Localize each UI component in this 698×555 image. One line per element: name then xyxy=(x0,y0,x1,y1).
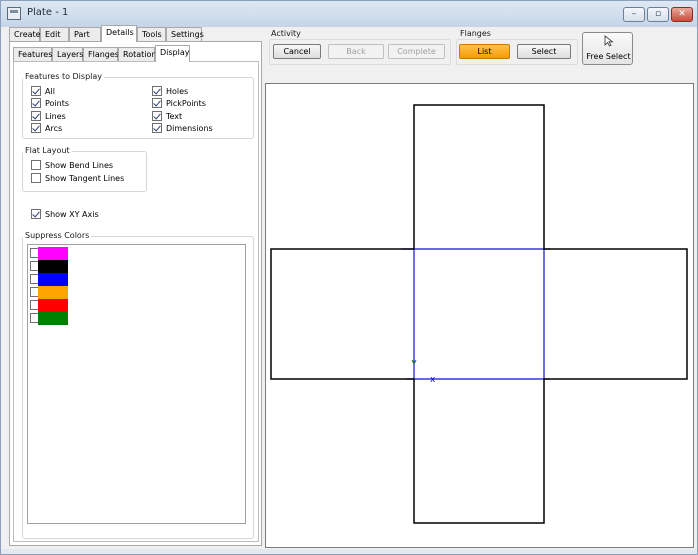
checkbox-label: Show XY Axis xyxy=(45,209,99,219)
checkbox-text[interactable]: Text xyxy=(152,110,182,122)
tab-settings[interactable]: Settings xyxy=(166,27,204,42)
checkbox-dimensions[interactable]: Dimensions xyxy=(152,122,213,134)
tab-details[interactable]: Details xyxy=(101,25,137,42)
back-button[interactable]: Back xyxy=(328,44,384,59)
tab-tools[interactable]: Tools xyxy=(137,27,166,42)
cancel-button[interactable]: Cancel xyxy=(273,44,321,59)
checkbox-label: Dimensions xyxy=(166,123,213,133)
checkbox-box[interactable] xyxy=(152,111,162,121)
free-select-label: Free Select xyxy=(586,52,631,61)
tab-edit[interactable]: Edit xyxy=(40,27,69,42)
window-title: Plate - 1 xyxy=(27,7,69,18)
color-swatch xyxy=(38,273,68,286)
checkbox-box[interactable] xyxy=(31,173,41,183)
checkbox-holes[interactable]: Holes xyxy=(152,85,188,97)
complete-button[interactable]: Complete xyxy=(388,44,445,59)
checkbox-show-xy-axis[interactable]: Show XY Axis xyxy=(31,208,99,220)
suppress-colors-label: Suppress Colors xyxy=(23,231,92,240)
tab-part[interactable]: Part xyxy=(69,27,101,42)
checkbox-label: Holes xyxy=(166,86,189,96)
checkbox-box[interactable] xyxy=(31,209,41,219)
status-strip xyxy=(1,549,697,554)
flanges-label: Flanges xyxy=(460,29,491,38)
color-swatch xyxy=(38,286,68,299)
checkbox-points[interactable]: Points xyxy=(31,97,69,109)
checkbox-label: All xyxy=(45,86,55,96)
tab-layers[interactable]: Layers xyxy=(52,47,83,62)
checkbox-label: Show Tangent Lines xyxy=(45,173,125,183)
axis-origin-marker: x xyxy=(430,375,436,385)
checkbox-all[interactable]: All xyxy=(31,85,55,97)
features-to-display-label: Features to Display xyxy=(23,72,105,81)
tab-features[interactable]: Features xyxy=(13,47,52,62)
minimize-button[interactable]: – xyxy=(623,7,645,22)
list-button[interactable]: List xyxy=(459,44,510,59)
drawing-canvas[interactable]: x xyxy=(265,83,694,548)
maximize-button[interactable]: ▫ xyxy=(647,7,669,22)
checkbox-box[interactable] xyxy=(152,98,162,108)
checkbox-label: PickPoints xyxy=(166,98,206,108)
checkbox-lines[interactable]: Lines xyxy=(31,110,66,122)
app-icon xyxy=(7,7,21,20)
checkbox-label: Text xyxy=(166,111,183,121)
suppress-colors-list[interactable] xyxy=(27,244,246,524)
flat-layout-label: Flat Layout xyxy=(23,146,72,155)
tab-flanges[interactable]: Flanges xyxy=(83,47,119,62)
application-window: Plate - 1 – ▫ ✕ Create Edit Part Details… xyxy=(0,0,698,555)
checkbox-show-tangent-lines[interactable]: Show Tangent Lines xyxy=(31,172,124,184)
title-bar: Plate - 1 – ▫ ✕ xyxy=(1,1,697,27)
checkbox-box[interactable] xyxy=(31,86,41,96)
checkbox-label: Show Bend Lines xyxy=(45,160,114,170)
select-button[interactable]: Select xyxy=(517,44,571,59)
cursor-arrow-icon xyxy=(604,35,614,47)
checkbox-box[interactable] xyxy=(31,160,41,170)
flat-pattern-drawing[interactable]: x xyxy=(266,84,695,549)
tab-create[interactable]: Create xyxy=(9,27,41,42)
checkbox-box[interactable] xyxy=(31,98,41,108)
checkbox-pickpoints[interactable]: PickPoints xyxy=(152,97,206,109)
tab-rotation[interactable]: Rotation xyxy=(118,47,156,62)
close-button[interactable]: ✕ xyxy=(671,7,693,22)
checkbox-box[interactable] xyxy=(152,123,162,133)
activity-label: Activity xyxy=(271,29,301,38)
tab-display[interactable]: Display xyxy=(155,45,190,62)
checkbox-label: Arcs xyxy=(45,123,63,133)
checkbox-label: Lines xyxy=(45,111,66,121)
checkbox-show-bend-lines[interactable]: Show Bend Lines xyxy=(31,159,113,171)
free-select-button[interactable]: Free Select xyxy=(582,32,633,65)
color-swatch xyxy=(38,247,68,260)
color-swatch xyxy=(38,312,68,325)
color-swatch xyxy=(38,260,68,273)
checkbox-box[interactable] xyxy=(31,123,41,133)
checkbox-arcs[interactable]: Arcs xyxy=(31,122,62,134)
checkbox-label: Points xyxy=(45,98,70,108)
checkbox-box[interactable] xyxy=(152,86,162,96)
plate-outline xyxy=(270,104,688,524)
color-swatch xyxy=(38,299,68,312)
checkbox-box[interactable] xyxy=(31,111,41,121)
